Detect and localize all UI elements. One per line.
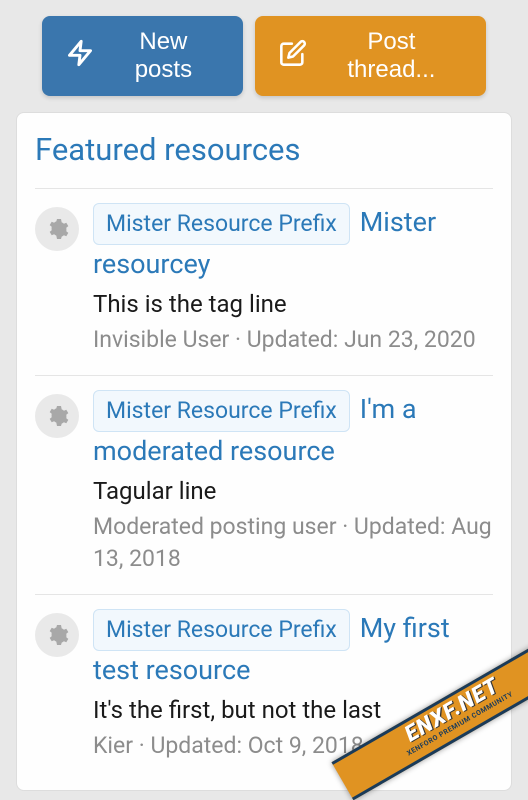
- resource-prefix[interactable]: Mister Resource Prefix: [93, 390, 350, 432]
- resource-meta: Moderated posting user · Updated: Aug 13…: [93, 511, 493, 575]
- gear-icon: [35, 394, 79, 438]
- post-thread-label: Post thread...: [321, 28, 462, 84]
- new-posts-button[interactable]: New posts: [42, 16, 243, 96]
- lightning-icon: [66, 39, 94, 74]
- resource-author: Moderated posting user: [93, 513, 337, 540]
- card-title: Featured resources: [35, 131, 493, 168]
- resource-tagline: This is the tag line: [93, 290, 493, 318]
- resource-item: Mister Resource Prefix Mister resourceyT…: [35, 188, 493, 375]
- edit-icon: [279, 39, 307, 74]
- resource-item: Mister Resource Prefix I'm a moderated r…: [35, 375, 493, 594]
- gear-icon: [35, 207, 79, 251]
- post-thread-button[interactable]: Post thread...: [255, 16, 486, 96]
- resource-prefix[interactable]: Mister Resource Prefix: [93, 203, 350, 245]
- resource-author: Kier: [93, 732, 133, 759]
- resource-prefix[interactable]: Mister Resource Prefix: [93, 609, 350, 651]
- featured-resources-card: Featured resources Mister Resource Prefi…: [16, 112, 512, 791]
- resource-author: Invisible User: [93, 326, 229, 353]
- gear-icon: [35, 613, 79, 657]
- new-posts-label: New posts: [108, 28, 219, 84]
- resource-updated: Jun 23, 2020: [344, 326, 476, 353]
- resource-meta: Invisible User · Updated: Jun 23, 2020: [93, 324, 493, 356]
- resource-tagline: Tagular line: [93, 477, 493, 505]
